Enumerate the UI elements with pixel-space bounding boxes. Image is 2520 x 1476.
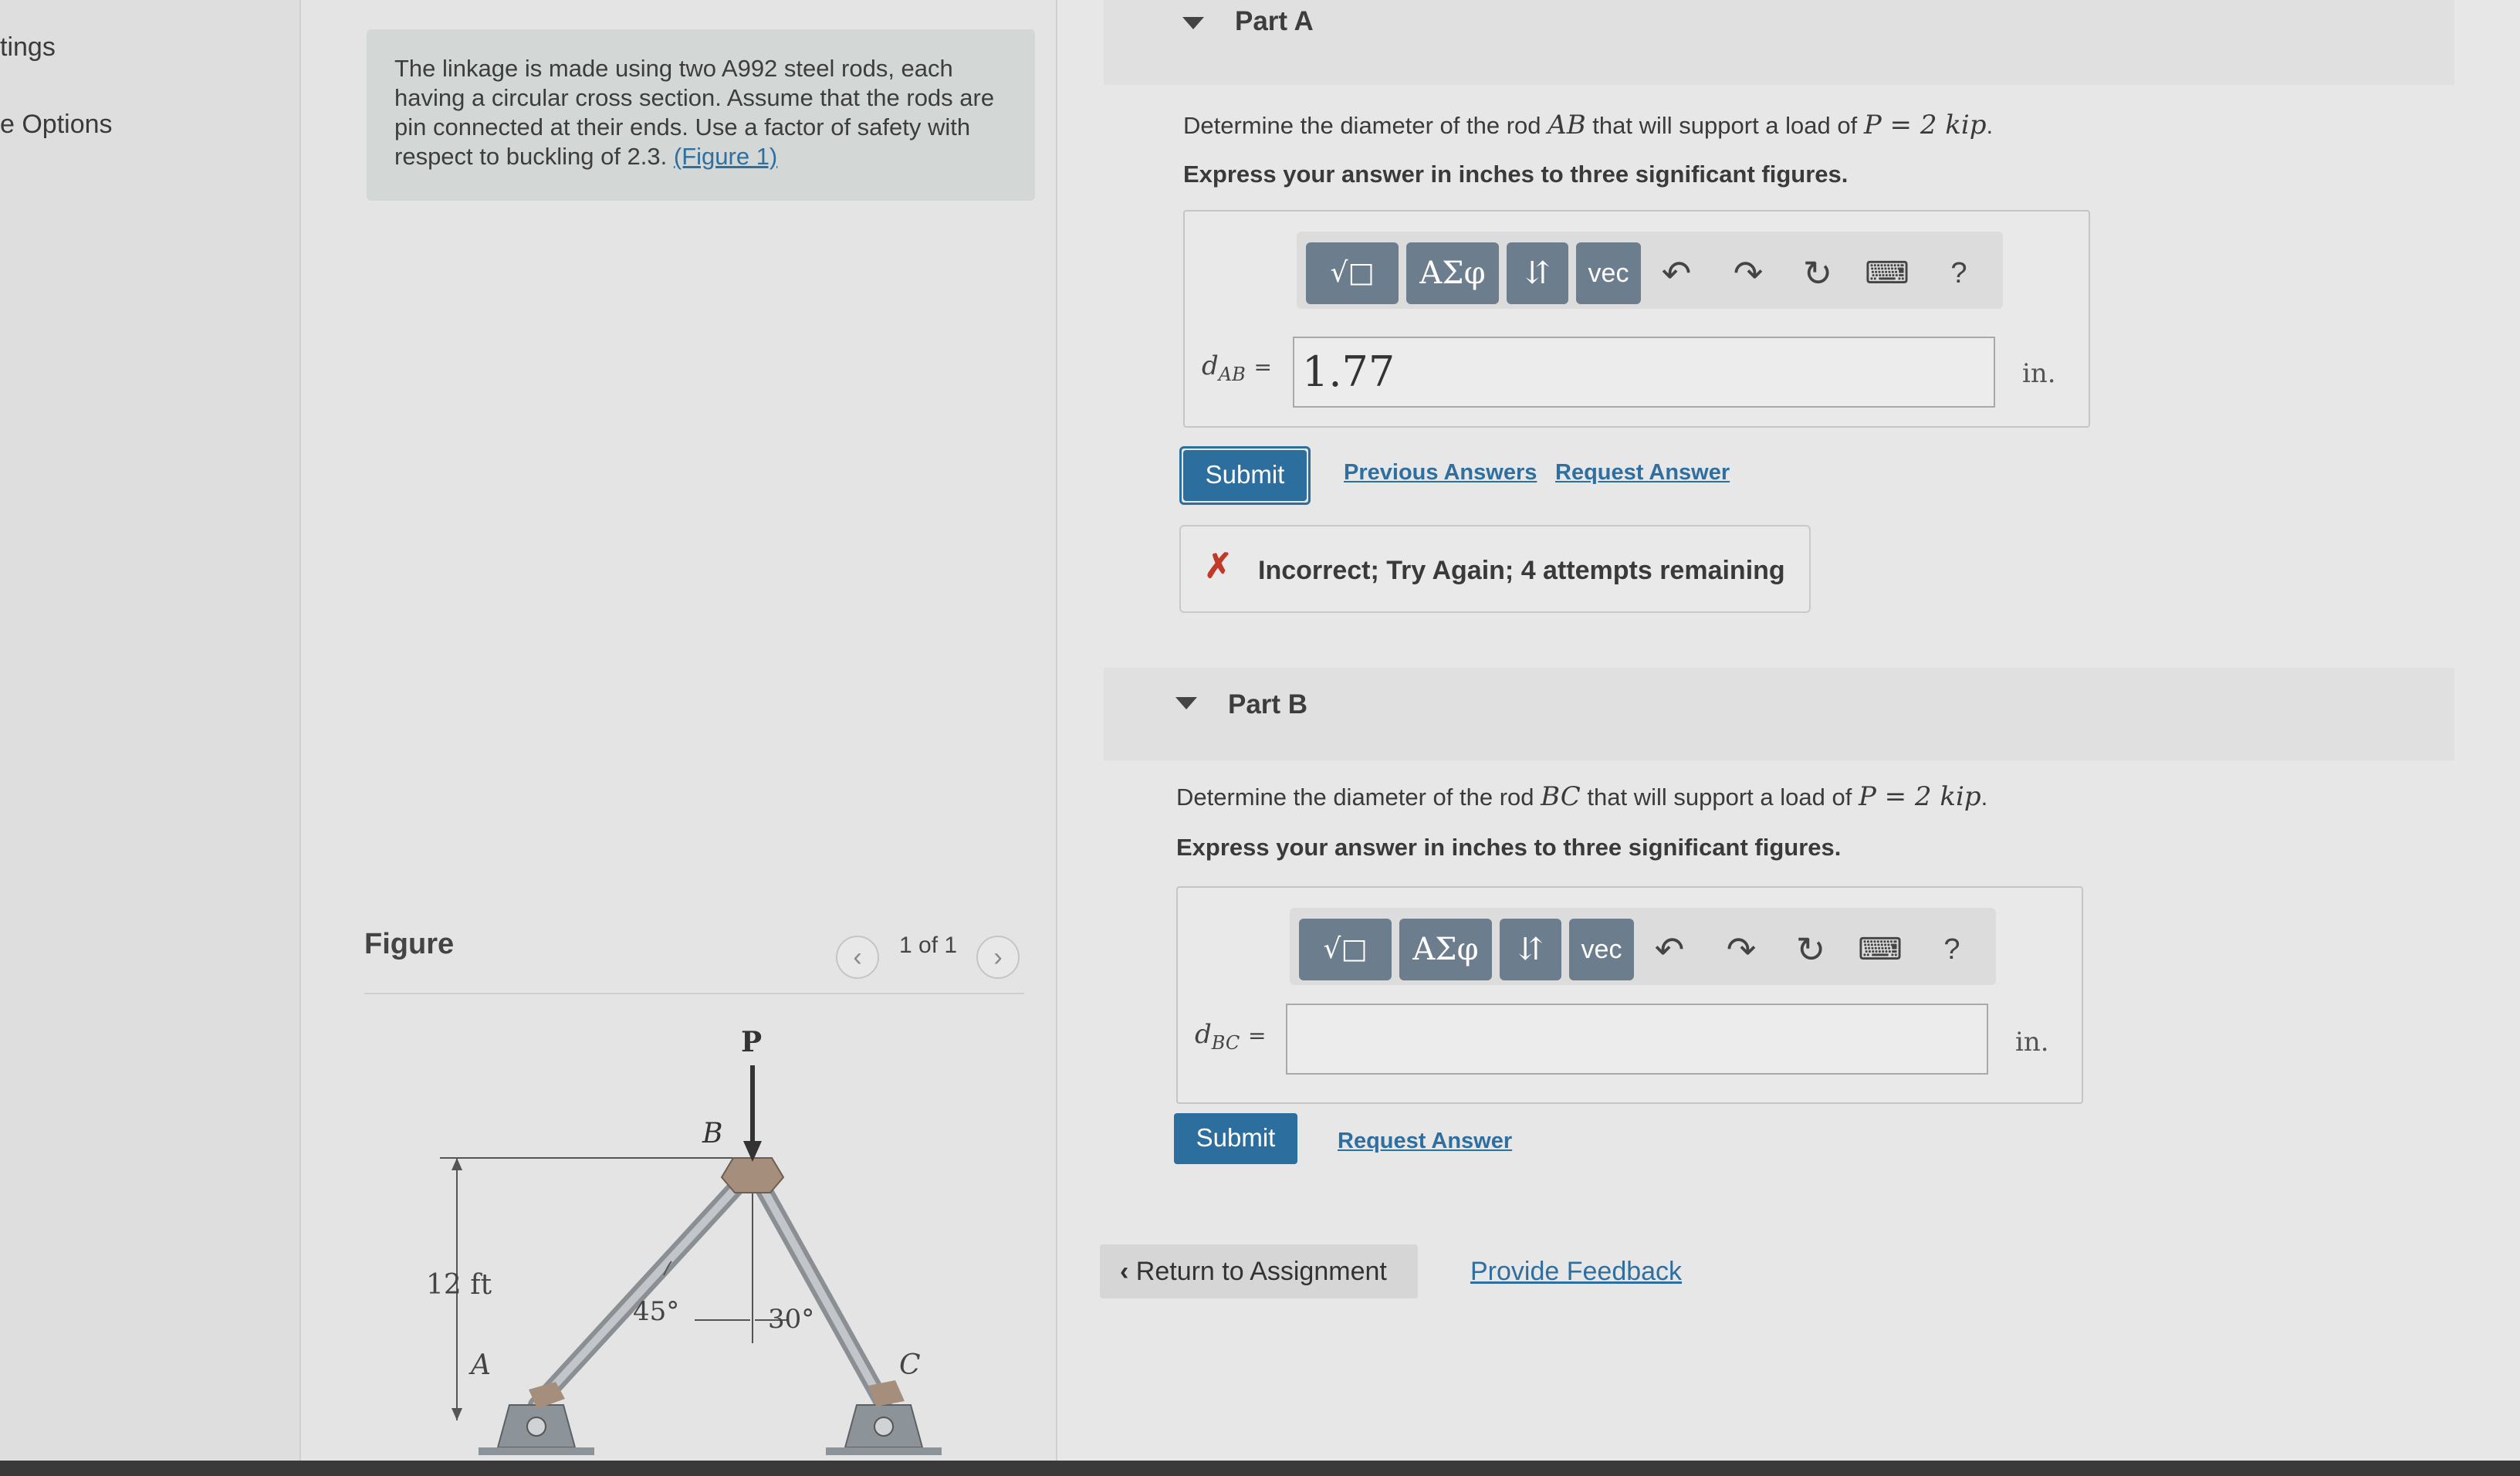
problem-panel: The linkage is made using two A992 steel… — [301, 0, 1057, 1476]
greek-button[interactable]: ΑΣφ — [1406, 242, 1499, 304]
chevron-right-icon: › — [993, 943, 1003, 972]
point-b-label: B — [702, 1118, 722, 1149]
figure-title: Figure — [364, 928, 455, 960]
chevron-left-icon: ‹ — [1120, 1257, 1129, 1286]
pin-c — [874, 1417, 894, 1437]
subscript-superscript-button[interactable]: ⇵ — [1507, 242, 1568, 304]
figure-link[interactable]: (Figure 1) — [674, 143, 777, 170]
greek-button[interactable]: ΑΣφ — [1399, 919, 1492, 980]
error-x-icon: ✗ — [1204, 547, 1233, 585]
redo-icon[interactable]: ↷ — [1725, 242, 1771, 304]
height-label: 12 ft — [426, 1269, 492, 1301]
part-a-variable-label: dAB = — [1202, 350, 1273, 385]
keyboard-icon[interactable]: ⌨ — [1864, 242, 1910, 304]
screen-bottom-bezel — [0, 1461, 2520, 1476]
part-a-rod: AB — [1548, 110, 1586, 140]
math-toolbar: √□ ΑΣφ ⇵ vec ↶ ↷ ↻ ⌨ ? — [1290, 908, 1996, 985]
previous-answers-link[interactable]: Previous Answers — [1344, 460, 1537, 486]
subscript-superscript-button[interactable]: ⇵ — [1500, 919, 1561, 980]
part-b-header[interactable]: Part B — [1104, 668, 2454, 760]
help-button[interactable]: ? — [1929, 919, 1975, 980]
nav-item-options[interactable]: e Options — [0, 110, 113, 140]
point-a-label: A — [468, 1349, 491, 1381]
part-a-load: P = 2 kip — [1863, 110, 1987, 140]
part-b-request-answer-link[interactable]: Request Answer — [1338, 1129, 1512, 1154]
collapse-triangle-icon[interactable] — [1175, 697, 1197, 709]
part-a-instruction: Express your answer in inches to three s… — [1183, 161, 1849, 188]
angle-right-label: 30° — [768, 1304, 814, 1335]
part-a-request-answer-link[interactable]: Request Answer — [1555, 460, 1730, 486]
answer-panel: Part A Determine the diameter of the rod… — [1057, 0, 2520, 1476]
angle-left-label: 45° — [633, 1296, 679, 1327]
linkage-figure: 12 ft P B 45° 30° A C — [426, 1026, 942, 1455]
part-b-answer-input[interactable] — [1286, 1004, 1988, 1075]
part-b-submit-button[interactable]: Submit — [1174, 1113, 1297, 1164]
keyboard-icon[interactable]: ⌨ — [1857, 919, 1903, 980]
part-b-question: Determine the diameter of the rod BC tha… — [1176, 781, 1988, 812]
reset-icon[interactable]: ↻ — [1788, 919, 1834, 980]
dimension-arrow-bottom — [452, 1408, 462, 1420]
part-a-submit-button[interactable]: Submit — [1183, 450, 1307, 501]
load-label: P — [741, 1026, 762, 1058]
part-a-answer-input[interactable]: 1.77 — [1293, 337, 1995, 408]
reset-icon[interactable]: ↻ — [1794, 242, 1841, 304]
part-a-header[interactable]: Part A — [1104, 0, 2454, 85]
return-to-assignment-button[interactable]: ‹ Return to Assignment — [1100, 1244, 1418, 1298]
figure-pager: 1 of 1 — [899, 933, 958, 958]
problem-statement: The linkage is made using two A992 steel… — [367, 29, 1035, 201]
feedback-message: Incorrect; Try Again; 4 attempts remaini… — [1258, 556, 1785, 585]
part-a-feedback: ✗ Incorrect; Try Again; 4 attempts remai… — [1179, 525, 1811, 613]
figure-next-button[interactable]: › — [976, 936, 1020, 979]
undo-icon[interactable]: ↶ — [1646, 919, 1693, 980]
part-b-load: P = 2 kip — [1858, 781, 1981, 812]
part-b-rod: BC — [1541, 781, 1581, 812]
nav-item-settings[interactable]: tings — [0, 32, 56, 63]
redo-icon[interactable]: ↷ — [1718, 919, 1764, 980]
dimension-arrow-top — [452, 1158, 462, 1170]
point-c-label: C — [899, 1349, 921, 1381]
math-toolbar: √□ ΑΣφ ⇵ vec ↶ ↷ ↻ ⌨ ? — [1297, 232, 2003, 309]
part-a-answer-box: √□ ΑΣφ ⇵ vec ↶ ↷ ↻ ⌨ ? dAB = 1.77 in. — [1183, 210, 2090, 428]
templates-button[interactable]: √□ — [1306, 242, 1399, 304]
left-navigation: tings e Options — [0, 0, 301, 1476]
part-b-unit: in. — [2015, 1027, 2049, 1058]
part-b-instruction: Express your answer in inches to three s… — [1176, 834, 1842, 861]
collapse-triangle-icon[interactable] — [1182, 17, 1204, 29]
pin-a — [526, 1417, 546, 1437]
part-b-answer-box: √□ ΑΣφ ⇵ vec ↶ ↷ ↻ ⌨ ? dBC = in. — [1176, 886, 2083, 1104]
help-button[interactable]: ? — [1936, 242, 1982, 304]
figure-prev-button[interactable]: ‹ — [836, 936, 879, 979]
part-b-title: Part B — [1228, 689, 1308, 719]
return-label: Return to Assignment — [1135, 1257, 1387, 1286]
vec-button[interactable]: vec — [1576, 242, 1641, 304]
part-b-variable-label: dBC = — [1195, 1019, 1267, 1054]
vec-button[interactable]: vec — [1569, 919, 1634, 980]
chevron-left-icon: ‹ — [853, 943, 862, 972]
undo-icon[interactable]: ↶ — [1653, 242, 1700, 304]
part-a-question: Determine the diameter of the rod AB tha… — [1183, 110, 1994, 140]
templates-button[interactable]: √□ — [1299, 919, 1392, 980]
provide-feedback-link[interactable]: Provide Feedback — [1470, 1257, 1682, 1287]
pin-b — [720, 1157, 785, 1193]
figure-divider — [364, 993, 1024, 994]
part-a-unit: in. — [2022, 358, 2056, 389]
part-a-title: Part A — [1235, 6, 1314, 36]
